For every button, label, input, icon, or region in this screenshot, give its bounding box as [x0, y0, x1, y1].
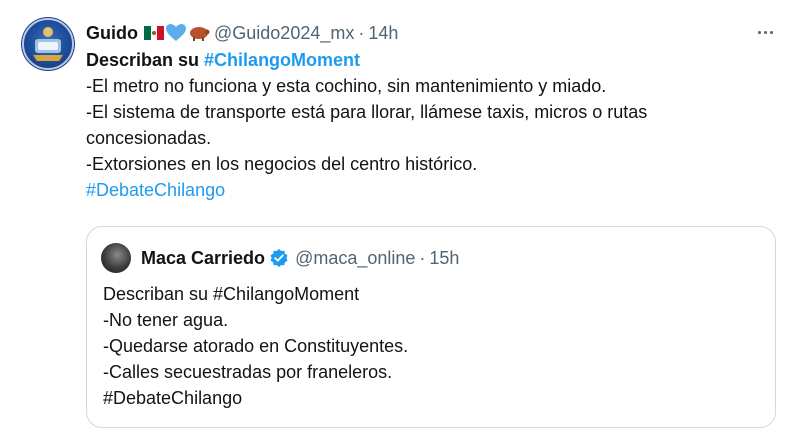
tweet-line-2: -El sistema de transporte está para llor… [86, 102, 648, 148]
quoted-tweet[interactable]: Maca Carriedo @maca_online · 15h Describ… [86, 226, 776, 428]
tweet-text: Describan su #ChilangoMoment -El metro n… [86, 47, 776, 203]
quoted-display-name: Maca Carriedo [141, 247, 266, 268]
avatar-image [22, 18, 74, 70]
hashtag-chilangomoment[interactable]: #ChilangoMoment [204, 50, 360, 70]
more-options-icon[interactable] [752, 20, 778, 44]
name-emojis [144, 24, 210, 42]
intro-text: Describan su [86, 50, 205, 70]
blue-heart-emoji [166, 24, 186, 41]
quoted-avatar[interactable] [101, 243, 131, 273]
avatar[interactable] [21, 17, 75, 71]
quoted-line-3: -Quedarse atorado en Constituyentes. [103, 336, 409, 356]
hashtag-debatechilango[interactable]: #DebateChilango [86, 177, 776, 203]
separator-dot: · [358, 22, 365, 43]
quoted-line-1: Describan su #ChilangoMoment [103, 284, 360, 304]
quoted-line-4: -Calles secuestradas por franeleros. [103, 362, 393, 382]
tweet[interactable]: Guido @Guido2024_mx · 14h Describan su #… [0, 0, 800, 448]
verified-badge-icon [269, 248, 289, 268]
quoted-line-5: #DebateChilango [103, 388, 243, 408]
tweet-header: Guido @Guido2024_mx · 14h [86, 20, 398, 46]
display-name[interactable]: Guido [86, 23, 138, 44]
quoted-separator-dot: · [419, 247, 426, 268]
tweet-intro-line: Describan su #ChilangoMoment [86, 47, 776, 73]
handle[interactable]: @Guido2024_mx [214, 23, 354, 44]
pig-emoji [190, 27, 210, 41]
tweet-line-1: -El metro no funciona y esta cochino, si… [86, 76, 607, 96]
timestamp[interactable]: 14h [368, 23, 398, 44]
quoted-tweet-text: Describan su #ChilangoMoment -No tener a… [103, 281, 408, 411]
quoted-tweet-header: Maca Carriedo @maca_online · 15h [101, 243, 459, 273]
quoted-timestamp: 15h [429, 247, 460, 268]
mexico-flag-emoji [144, 26, 164, 40]
quoted-handle: @maca_online [295, 247, 416, 268]
quoted-line-2: -No tener agua. [103, 310, 229, 330]
tweet-line-3: -Extorsiones en los negocios del centro … [86, 154, 478, 174]
